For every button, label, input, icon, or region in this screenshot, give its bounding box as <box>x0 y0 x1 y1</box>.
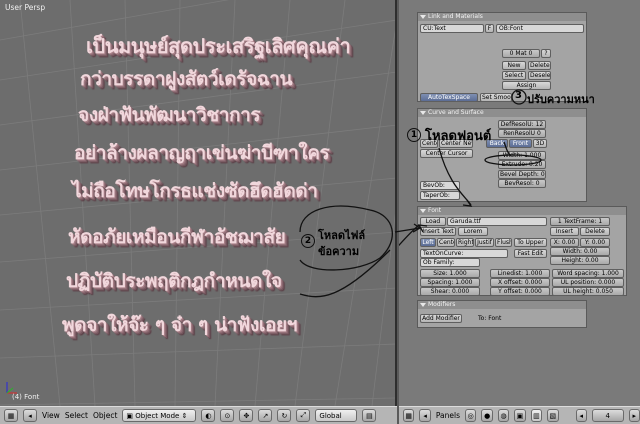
frame-increment-icon[interactable]: ▸ <box>628 409 640 422</box>
translate-icon[interactable]: ↗ <box>258 409 273 422</box>
layer-icon[interactable]: ▤ <box>362 409 377 422</box>
active-object-label: (4) Font <box>12 393 40 401</box>
rotate-icon[interactable]: ↻ <box>277 409 292 422</box>
script-icon[interactable]: ● <box>481 409 493 422</box>
orientation-selector[interactable]: Global <box>315 409 358 422</box>
annotation-3-text: ปรับความหนา <box>527 93 595 106</box>
object-menu[interactable]: Object <box>93 411 117 420</box>
annotation-strokes <box>399 89 542 247</box>
editing-icon[interactable]: ▥ <box>530 409 543 422</box>
text-line-4: อย่าล้างผลาญฤาเข่นฆ่าบีฑาใคร <box>74 142 330 164</box>
pivot-icon[interactable]: ⊙ <box>220 409 235 422</box>
scale-icon[interactable]: ⤢ <box>296 409 311 422</box>
buttons-window: Link and Materials CU:Text F OB:Font 0 M… <box>399 0 640 406</box>
select-menu[interactable]: Select <box>65 411 88 420</box>
annotation-2-text-line2: ข้อความ <box>318 245 360 258</box>
buttons-header: ▦ ◂ Panels ◎ ● ◍ ▣ ▥ ▧ ◂ 4 ▸ <box>399 406 640 424</box>
viewport-header: ▦ ◂ View Select Object ▣ Object Mode ⇕ ◐… <box>0 406 397 424</box>
mode-label: Object Mode <box>135 411 180 420</box>
frame-decrement-icon[interactable]: ◂ <box>575 409 587 422</box>
text-line-3: จงฝ่าฟันพัฒนาวิชาการ <box>78 104 261 126</box>
chevron-down-icon: ⇕ <box>179 411 188 420</box>
panels-menu[interactable]: Panels <box>436 411 460 420</box>
text-line-7: ปฏิบัติประพฤติกฎกำหนดใจ <box>66 270 282 292</box>
scene-icon[interactable]: ▧ <box>547 409 559 422</box>
3d-viewport[interactable]: User Persp เป็นมนุษย์สุดประเสริฐเลิศคุณค… <box>0 0 397 406</box>
manipulator-icon[interactable]: ✥ <box>239 409 254 422</box>
object-mode-icon: ▣ <box>126 411 136 420</box>
text-line-6: หัดอภัยเหมือนกีฬาอัชฌาสัย <box>68 226 286 248</box>
orientation-label: Global <box>319 411 342 420</box>
annotation-3-number: 3 <box>515 90 522 101</box>
annotation-2-arrowhead <box>417 224 428 233</box>
annotation-1-text: โหลดฟอนต์ <box>425 129 492 144</box>
annotation-2-arrow <box>399 224 420 247</box>
collapse-menu-icon[interactable]: ◂ <box>23 409 37 422</box>
frame-field[interactable]: 4 <box>591 409 624 422</box>
mode-selector[interactable]: ▣ Object Mode ⇕ <box>122 409 197 422</box>
text-line-2: กว่าบรรดาฝูงสัตว์เดรัจฉาน <box>80 68 293 90</box>
window-type-icon-right[interactable]: ▦ <box>403 409 415 422</box>
collapse-menu-icon-right[interactable]: ◂ <box>419 409 431 422</box>
text-line-5: ไม่ถือโทษโกรธแช่งซัดฮึดฮัดด่า <box>72 180 318 202</box>
annotation-2-number: 2 <box>301 234 315 248</box>
extrude-highlight-ellipse <box>484 154 542 166</box>
blender-window: User Persp เป็นมนุษย์สุดประเสริฐเลิศคุณค… <box>0 0 640 424</box>
viewport-label: User Persp <box>5 3 46 12</box>
logic-icon[interactable]: ◎ <box>464 409 477 422</box>
view-menu[interactable]: View <box>42 411 60 420</box>
shading-icon[interactable]: ◍ <box>497 409 510 422</box>
text-line-1: เป็นมนุษย์สุดประเสริฐเลิศคุณค่า <box>86 34 351 58</box>
draw-type-icon[interactable]: ◐ <box>201 409 216 422</box>
object-icon[interactable]: ▣ <box>514 409 526 422</box>
window-type-icon[interactable]: ▦ <box>4 409 18 422</box>
annotation-1-arrow <box>438 147 472 206</box>
text-line-8: พูดจาให้จ๊ะ ๆ จ๋า ๆ น่าฟังเอยฯ <box>62 314 297 336</box>
annotation-3-arrow <box>503 141 512 157</box>
annotation-1-number: 1 <box>407 128 421 142</box>
